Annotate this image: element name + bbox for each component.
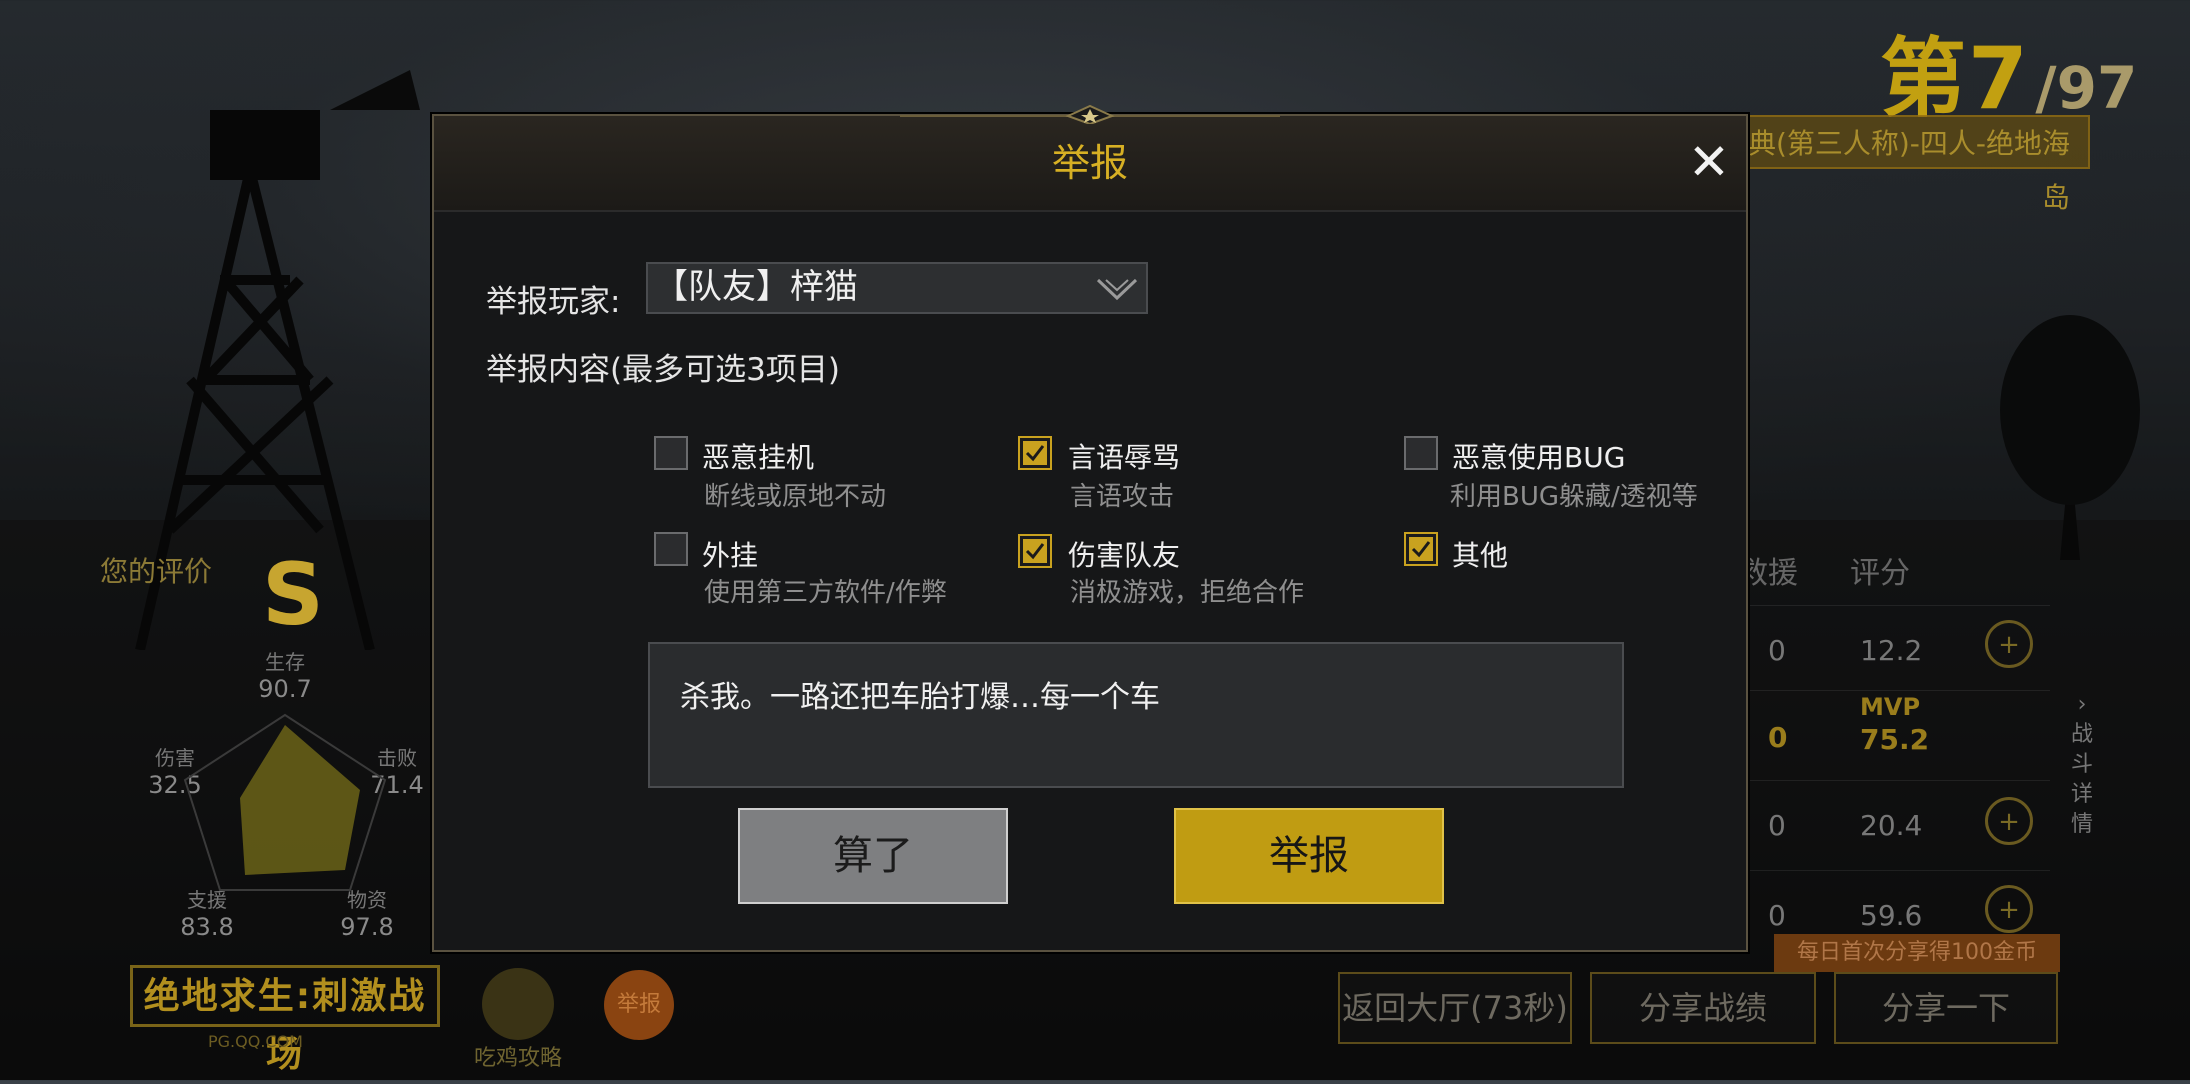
option-checkbox-other[interactable] — [1404, 532, 1438, 566]
option-desc: 消极游戏，拒绝合作 — [1070, 578, 1305, 608]
option-title: 言语辱骂 — [1068, 441, 1181, 474]
share-promo-banner: 每日首次分享得100金币 — [1774, 934, 2060, 972]
chevron-down-icon[interactable] — [1096, 276, 1138, 302]
add-friend-button[interactable]: + — [1985, 885, 2033, 933]
report-player-label: 举报玩家: — [486, 284, 621, 320]
back-to-lobby-button[interactable]: 返回大厅(73秒) — [1338, 972, 1572, 1044]
option-title: 外挂 — [702, 539, 759, 572]
option-desc: 使用第三方软件/作弊 — [704, 578, 947, 608]
evaluation-title: 您的评价 — [100, 555, 213, 588]
report-content-label: 举报内容(最多可选3项目) — [486, 352, 840, 388]
report-dialog — [432, 114, 1748, 952]
scoreboard-header-score: 评分 — [1850, 556, 1910, 591]
option-desc: 断线或原地不动 — [704, 482, 887, 512]
guide-label[interactable]: 吃鸡攻略 — [474, 1040, 562, 1072]
scoreboard-row: 0 0 20.4 + — [1652, 780, 2050, 861]
add-friend-button[interactable]: + — [1985, 797, 2033, 845]
option-checkbox-verbal-abuse[interactable] — [1018, 436, 1052, 470]
scoreboard-row: MVP 0 75.2 — [1720, 690, 2050, 771]
header-ornament-icon — [900, 104, 1280, 124]
share-record-button[interactable]: 分享战绩 — [1590, 972, 1816, 1044]
option-checkbox-bug-abuse[interactable] — [1404, 436, 1438, 470]
option-checkbox-team-damage[interactable] — [1018, 534, 1052, 568]
close-icon[interactable]: ✕ — [1684, 137, 1734, 190]
option-desc: 言语攻击 — [1070, 482, 1175, 512]
option-title: 其他 — [1452, 539, 1509, 572]
battle-detail-tab[interactable]: › 战斗详情 — [2062, 690, 2102, 840]
chevron-right-icon: › — [2077, 692, 2087, 717]
stat-survival: 生存 90.7 — [258, 650, 312, 703]
add-friend-button[interactable]: + — [1985, 620, 2033, 668]
report-comment-field[interactable]: 杀我。一路还把车胎打爆…每一个车 — [648, 642, 1624, 788]
option-title: 伤害队友 — [1068, 539, 1181, 572]
cancel-button[interactable]: 算了 — [738, 808, 1008, 904]
submit-report-button[interactable]: 举报 — [1174, 808, 1444, 904]
report-circle-button[interactable]: 举报 — [604, 970, 674, 1040]
evaluation-radar-chart — [183, 713, 387, 891]
game-mode-badge: 典(第三人称)-四人-绝地海岛 — [1740, 115, 2090, 214]
player-select[interactable]: 【队友】梓猫 — [646, 262, 1148, 314]
share-button[interactable]: 分享一下 — [1834, 972, 2058, 1044]
option-title: 恶意使用BUG — [1452, 441, 1626, 474]
game-logo: 绝地求生:刺激战场 — [130, 965, 440, 1075]
option-checkbox-afk[interactable] — [654, 436, 688, 470]
scoreboard-row: 0 0 12.2 + — [1652, 605, 2050, 686]
option-title: 恶意挂机 — [702, 441, 815, 474]
dialog-title: 举报 — [1051, 141, 1128, 185]
option-desc: 利用BUG躲藏/透视等 — [1450, 482, 1698, 512]
chicken-icon[interactable] — [482, 968, 554, 1040]
evaluation-grade: S — [262, 545, 324, 645]
game-logo-url: PG.QQ.COM — [208, 1032, 303, 1051]
option-checkbox-cheating[interactable] — [654, 532, 688, 566]
